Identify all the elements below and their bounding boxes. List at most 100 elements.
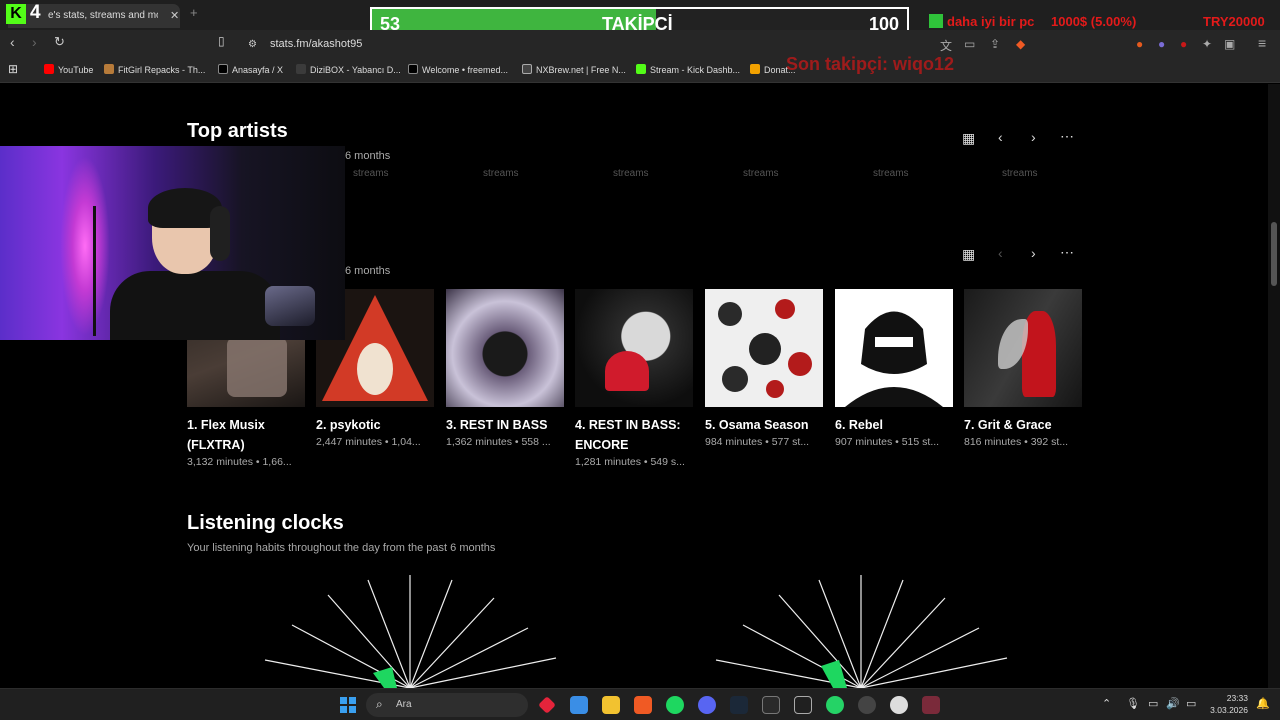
- extension-icon[interactable]: ●: [1136, 37, 1143, 51]
- search-placeholder: Ara: [396, 699, 412, 710]
- artist-streams-label: streams: [353, 168, 389, 179]
- album-card[interactable]: 5. Osama Season 984 minutes • 577 st...: [705, 289, 823, 448]
- epic-games-icon[interactable]: [762, 696, 780, 714]
- ticker-currency: TRY20000: [1203, 14, 1265, 29]
- listening-clocks-subtitle: Your listening habits throughout the day…: [187, 542, 496, 554]
- artist-streams-label: streams: [743, 168, 779, 179]
- capture-icon[interactable]: [794, 696, 812, 714]
- bookmark-label: DiziBOX - Yabancı D...: [310, 65, 401, 75]
- album-cover[interactable]: [575, 289, 693, 407]
- album-cover[interactable]: [964, 289, 1082, 407]
- windows-start-icon[interactable]: [340, 697, 356, 713]
- bookmark-label: YouTube: [58, 65, 94, 75]
- apps-grid-icon[interactable]: ⊞: [8, 62, 18, 76]
- store-icon[interactable]: [570, 696, 588, 714]
- steam-icon[interactable]: [730, 696, 748, 714]
- bookmark-item[interactable]: NXBrew.net | Free N...: [522, 64, 626, 75]
- album-meta: 816 minutes • 392 st...: [964, 436, 1069, 448]
- taskbar-search[interactable]: ⌕ Ara: [366, 693, 528, 717]
- back-icon[interactable]: ‹: [10, 34, 15, 50]
- bookmark-item[interactable]: Welcome • freemed...: [408, 64, 508, 75]
- album-title[interactable]: 1. Flex Musix (FLXTRA): [187, 415, 305, 455]
- share-icon[interactable]: ⇪: [990, 37, 1000, 51]
- album-title[interactable]: 4. REST IN BASS: ENCORE: [575, 415, 693, 455]
- clock-date: 3.03.2026: [1210, 705, 1248, 715]
- prev-icon[interactable]: ‹: [998, 245, 1003, 261]
- close-tab-icon[interactable]: ✕: [170, 9, 179, 22]
- app-icon[interactable]: [922, 696, 940, 714]
- album-meta: 1,362 minutes • 558 ...: [446, 436, 551, 448]
- whatsapp-icon[interactable]: [826, 696, 844, 714]
- app-icon[interactable]: [538, 696, 556, 714]
- album-meta: 907 minutes • 515 st...: [835, 436, 940, 448]
- album-card[interactable]: 7. Grit & Grace 816 minutes • 392 st...: [964, 289, 1082, 448]
- album-card[interactable]: 4. REST IN BASS: ENCORE 1,281 minutes • …: [575, 289, 693, 468]
- battery-icon[interactable]: ▭: [1186, 697, 1196, 710]
- menu-icon[interactable]: ≡: [1258, 35, 1266, 51]
- artist-streams-label: streams: [1002, 168, 1038, 179]
- windows-taskbar: ⌕ Ara ⌃ 🎙 ▭ 🔊 ▭ 23:33 3.03.2026 🔔: [0, 688, 1280, 720]
- grid-view-icon[interactable]: ▦: [962, 130, 975, 147]
- volume-icon[interactable]: 🔊: [1166, 697, 1180, 710]
- forward-icon[interactable]: ›: [32, 34, 37, 50]
- new-tab-icon[interactable]: +: [190, 5, 198, 20]
- taskbar-clock[interactable]: 23:33 3.03.2026: [1208, 692, 1248, 716]
- tray-chevron-icon[interactable]: ⌃: [1102, 697, 1111, 710]
- reload-icon[interactable]: ↻: [54, 34, 65, 50]
- url-field[interactable]: stats.fm/akashot95: [270, 38, 362, 50]
- more-icon[interactable]: ⋯: [1060, 128, 1074, 145]
- next-icon[interactable]: ›: [1031, 245, 1036, 261]
- tab-title: e's stats, streams and more: [48, 10, 158, 21]
- scrollbar-thumb[interactable]: [1271, 222, 1277, 286]
- album-meta: 1,281 minutes • 549 s...: [575, 456, 685, 468]
- bookmark-item[interactable]: DiziBOX - Yabancı D...: [296, 64, 401, 75]
- album-title[interactable]: 2. psykotic: [316, 415, 434, 435]
- discord-icon[interactable]: [698, 696, 716, 714]
- album-meta: 3,132 minutes • 1,66...: [187, 456, 292, 468]
- grid-view-icon[interactable]: ▦: [962, 246, 975, 263]
- album-title[interactable]: 7. Grit & Grace: [964, 415, 1082, 435]
- artist-streams-label: streams: [483, 168, 519, 179]
- bookmark-item[interactable]: Stream - Kick Dashb...: [636, 64, 740, 75]
- ticker-goal-text: daha iyi bir pc: [947, 14, 1035, 29]
- bookmark-item[interactable]: FitGirl Repacks - Th...: [104, 64, 205, 75]
- brave-browser-icon[interactable]: [634, 696, 652, 714]
- spotify-icon[interactable]: [666, 696, 684, 714]
- install-icon[interactable]: ▭: [964, 37, 975, 51]
- obs-icon[interactable]: [890, 696, 908, 714]
- album-title[interactable]: 3. REST IN BASS: [446, 415, 564, 435]
- bookmark-item[interactable]: YouTube: [44, 64, 93, 75]
- album-title[interactable]: 5. Osama Season: [705, 415, 823, 435]
- more-icon[interactable]: ⋯: [1060, 244, 1074, 261]
- prev-icon[interactable]: ‹: [998, 129, 1003, 145]
- mic-icon[interactable]: 🎙: [1126, 697, 1140, 710]
- album-cover[interactable]: [446, 289, 564, 407]
- webcam-overlay: [0, 146, 345, 340]
- sidebar-icon[interactable]: ▣: [1224, 37, 1235, 51]
- notification-icon[interactable]: 🔔: [1256, 697, 1270, 710]
- album-cover[interactable]: [835, 289, 953, 407]
- network-icon[interactable]: ▭: [1148, 697, 1158, 710]
- album-card[interactable]: 3. REST IN BASS 1,362 minutes • 558 ...: [446, 289, 564, 448]
- album-cover[interactable]: [705, 289, 823, 407]
- listening-clock-chart: [715, 575, 1008, 689]
- bookmark-icon[interactable]: ▯: [218, 34, 225, 48]
- bookmark-item[interactable]: Anasayfa / X: [218, 64, 283, 75]
- extension-icon[interactable]: ●: [1180, 37, 1187, 51]
- address-bar: [0, 30, 1280, 58]
- clock-time: 23:33: [1226, 693, 1248, 703]
- extensions-icon[interactable]: ✦: [1202, 37, 1212, 51]
- page-scrollbar[interactable]: [1268, 84, 1280, 688]
- brave-shield-icon[interactable]: ◆: [1016, 37, 1025, 51]
- search-icon: ⌕: [376, 697, 383, 711]
- album-card[interactable]: 6. Rebel 907 minutes • 515 st...: [835, 289, 953, 448]
- bookmark-label: Welcome • freemed...: [422, 65, 509, 75]
- site-info-icon[interactable]: ⚙: [248, 39, 257, 50]
- next-icon[interactable]: ›: [1031, 129, 1036, 145]
- extension-icon[interactable]: ●: [1158, 37, 1165, 51]
- translate-icon[interactable]: 文: [940, 37, 952, 54]
- app-icon[interactable]: [858, 696, 876, 714]
- kick-logo-icon: K: [6, 4, 26, 24]
- folder-icon[interactable]: [602, 696, 620, 714]
- album-title[interactable]: 6. Rebel: [835, 415, 953, 435]
